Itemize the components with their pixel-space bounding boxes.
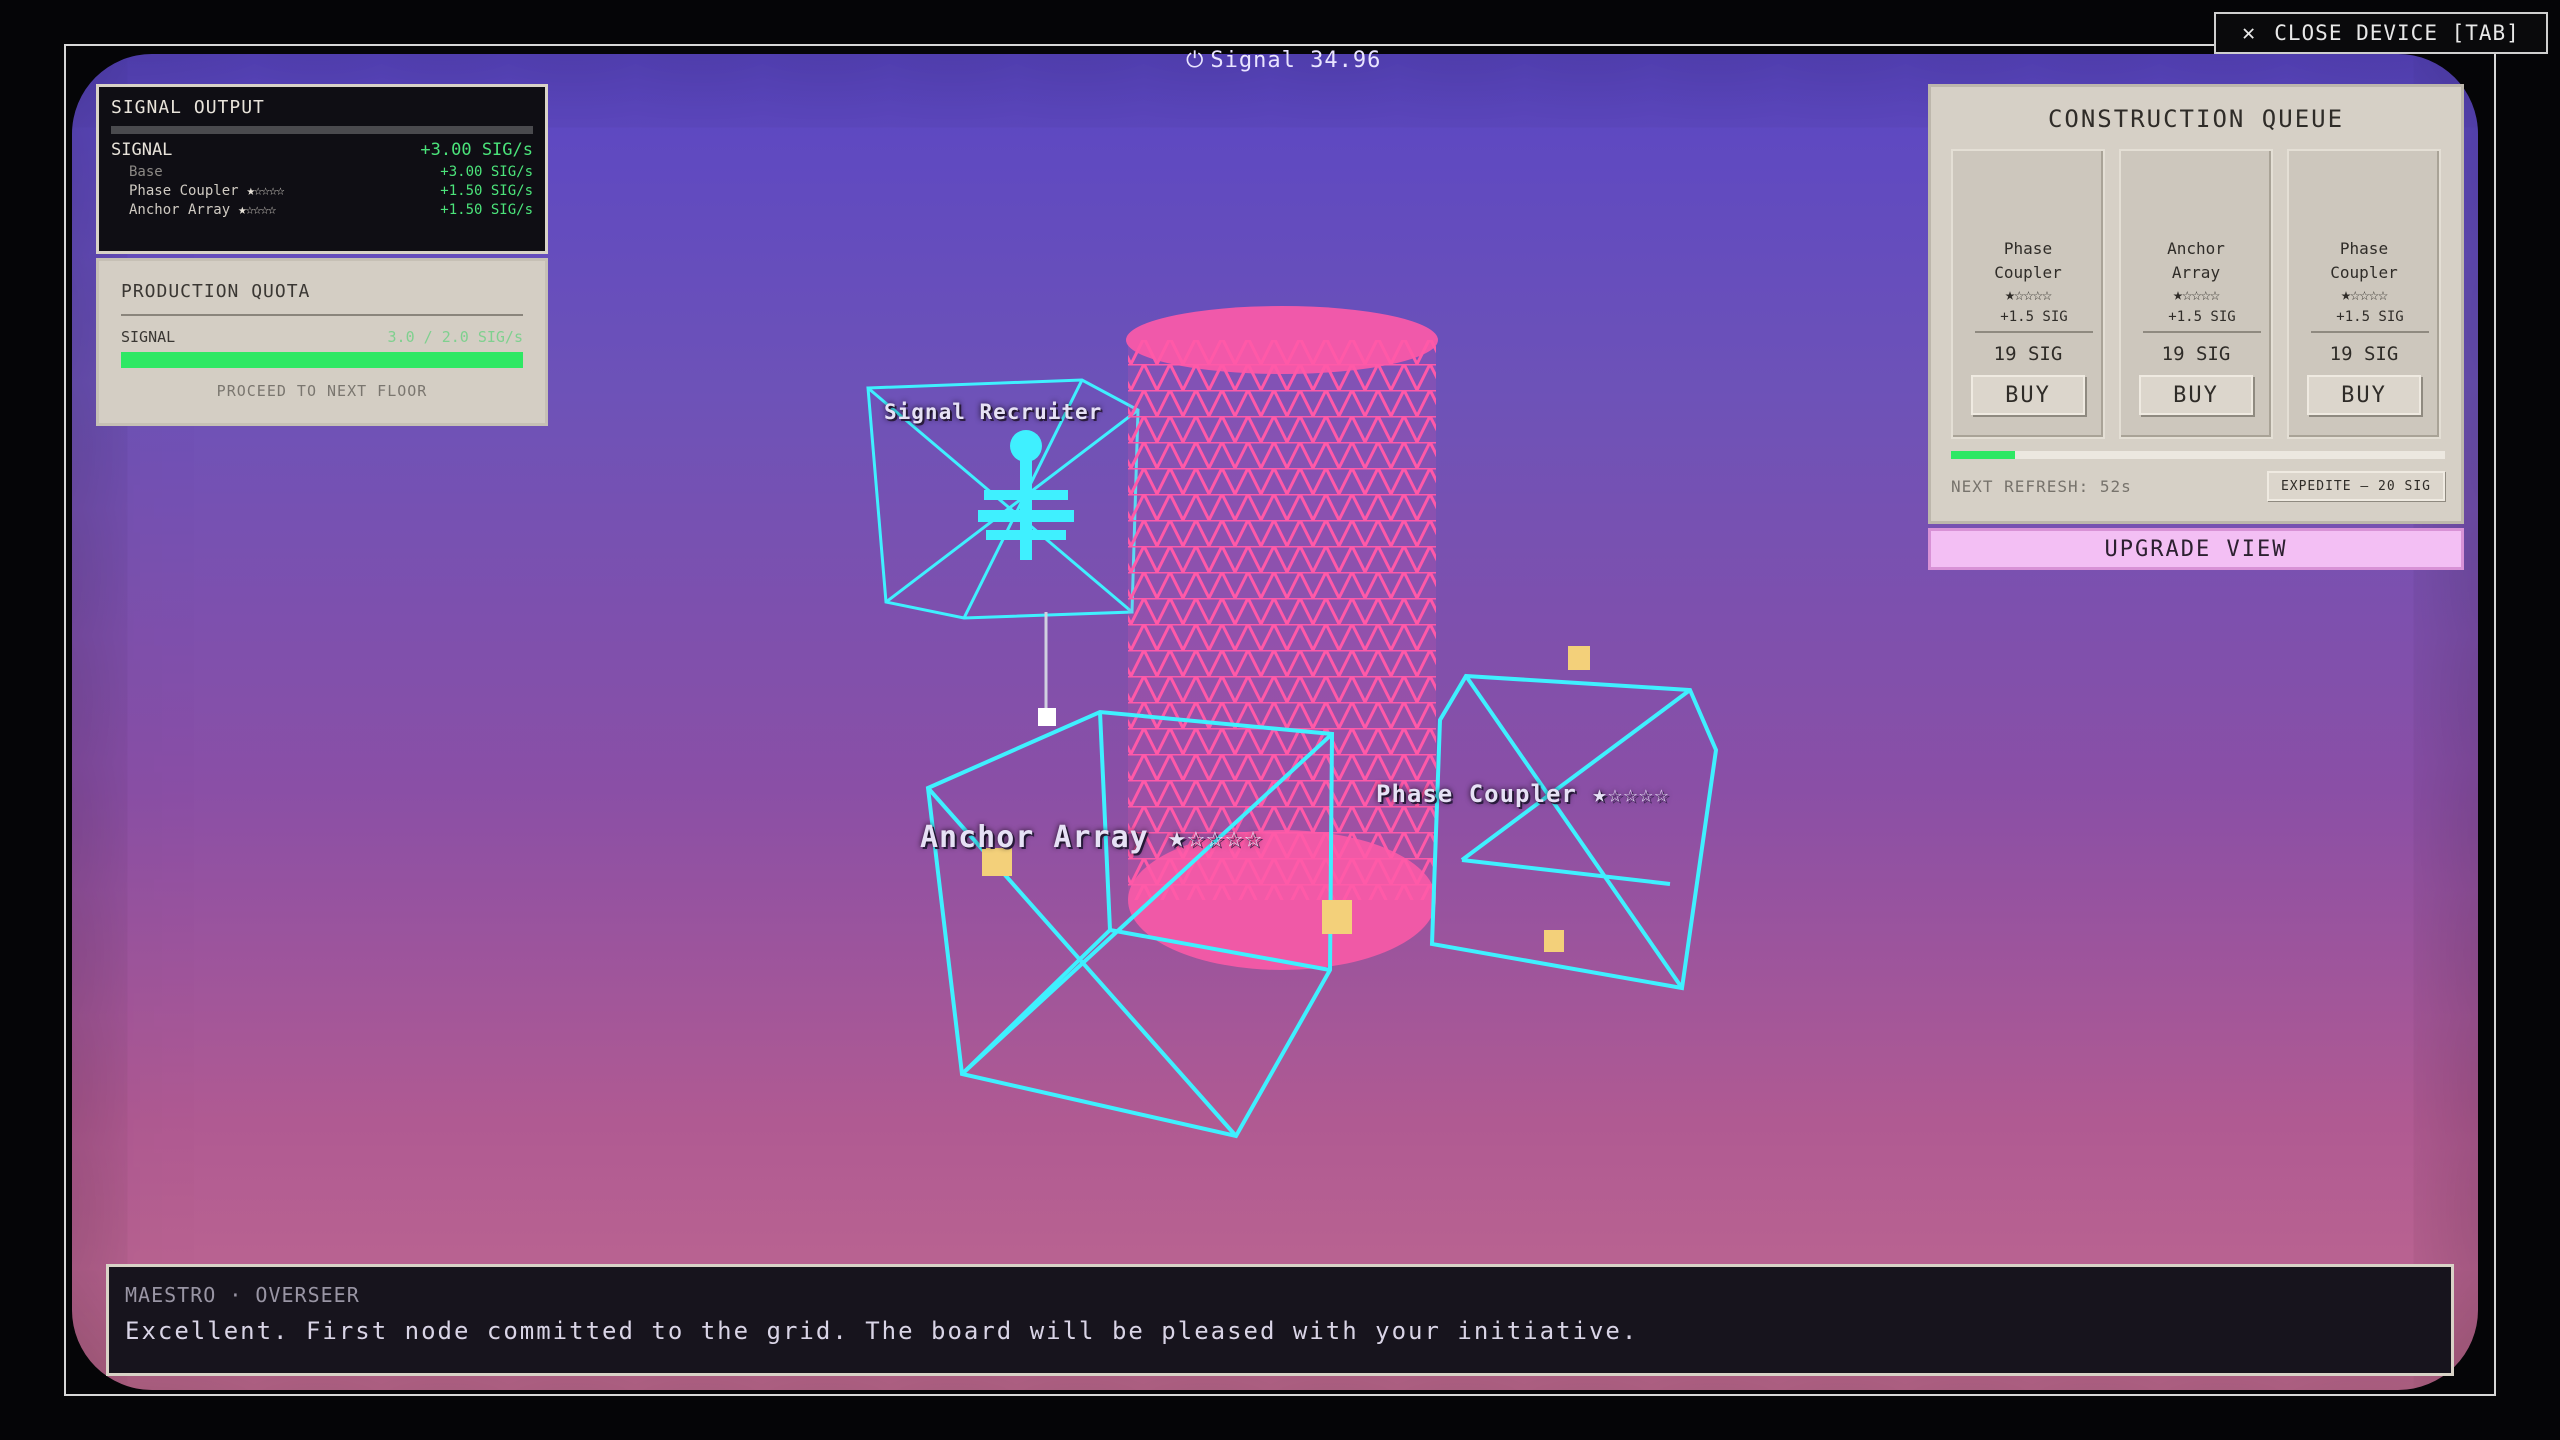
dialogue-box[interactable]: MAESTRO · OVERSEER Excellent. First node… — [106, 1264, 2454, 1376]
production-quota-panel: PRODUCTION QUOTA SIGNAL 3.0 / 2.0 SIG/s … — [96, 258, 548, 426]
next-refresh-timer: NEXT REFRESH: 52s — [1951, 476, 2132, 496]
quota-value: 3.0 / 2.0 SIG/s — [387, 328, 523, 346]
signal-output-row-value: +3.00 SIG/s — [440, 164, 533, 180]
card-name-line1: Phase — [2339, 239, 2389, 258]
row-name-text: Phase Coupler — [129, 183, 239, 199]
card-name-line2: Coupler — [1994, 263, 2062, 282]
row-name-text: Anchor Array — [129, 202, 231, 218]
quota-label: SIGNAL — [121, 328, 176, 346]
signal-output-row-name: Anchor Array ★☆☆☆☆ — [129, 202, 276, 218]
refresh-progress-bar — [1951, 451, 2445, 459]
signal-output-row-name: Base — [129, 164, 163, 180]
card-stars: ★☆☆☆☆ — [2172, 285, 2220, 305]
card-bonus: +1.5 SIG — [2311, 309, 2429, 333]
card-bonus: +1.5 SIG — [2143, 309, 2261, 333]
signal-output-panel: SIGNAL OUTPUT SIGNAL +3.00 SIG/s Base +3… — [96, 84, 548, 254]
scene-label-anchor-text: Anchor Array — [920, 820, 1149, 855]
card-name-line1: Anchor — [2167, 239, 2225, 258]
signal-output-row-base: Base +3.00 SIG/s — [111, 164, 533, 180]
scene-label-anchor-stars: ★☆☆☆☆ — [1167, 820, 1264, 855]
buy-button[interactable]: BUY — [2307, 375, 2421, 415]
row-stars: ★☆☆☆☆ — [238, 202, 276, 218]
card-price: 19 SIG — [2161, 343, 2231, 365]
queue-card: Phase Coupler ★☆☆☆☆ +1.5 SIG 19 SIG BUY — [1951, 149, 2105, 439]
queue-cards: Phase Coupler ★☆☆☆☆ +1.5 SIG 19 SIG BUY … — [1951, 149, 2441, 439]
upgrade-view-button[interactable]: UPGRADE VIEW — [1928, 528, 2464, 570]
queue-card: Phase Coupler ★☆☆☆☆ +1.5 SIG 19 SIG BUY — [2287, 149, 2441, 439]
signal-output-row-anchor-array: Anchor Array ★☆☆☆☆ +1.50 SIG/s — [111, 202, 533, 218]
close-device-label: CLOSE DEVICE [TAB] — [2274, 21, 2520, 45]
card-price: 19 SIG — [1993, 343, 2063, 365]
signal-output-main-label: SIGNAL — [111, 140, 173, 160]
signal-output-divider — [111, 126, 533, 134]
card-name-line2: Coupler — [2330, 263, 2398, 282]
scene-label-phase-text: Phase Coupler — [1376, 780, 1577, 808]
close-device-button[interactable]: ✕ CLOSE DEVICE [TAB] — [2214, 12, 2548, 54]
refresh-row: NEXT REFRESH: 52s EXPEDITE — 20 SIG — [1951, 471, 2445, 501]
scene-label-phase: Phase Coupler ★☆☆☆☆ — [1376, 780, 1670, 808]
quota-title: PRODUCTION QUOTA — [121, 281, 523, 316]
power-icon: ⏻ — [1186, 48, 1205, 73]
construction-queue-panel: CONSTRUCTION QUEUE Phase Coupler ★☆☆☆☆ +… — [1928, 84, 2464, 524]
signal-output-main-value: +3.00 SIG/s — [420, 140, 533, 160]
proceed-next-floor-button[interactable]: PROCEED TO NEXT FLOOR — [121, 382, 523, 400]
dialogue-line: Excellent. First node committed to the g… — [125, 1317, 1639, 1345]
card-stars: ★☆☆☆☆ — [2004, 285, 2052, 305]
card-name-line1: Phase — [2003, 239, 2053, 258]
queue-card: Anchor Array ★☆☆☆☆ +1.5 SIG 19 SIG BUY — [2119, 149, 2273, 439]
signal-output-row-phase-coupler: Phase Coupler ★☆☆☆☆ +1.50 SIG/s — [111, 183, 533, 199]
buy-button[interactable]: BUY — [2139, 375, 2253, 415]
card-name-line2: Array — [2171, 263, 2221, 282]
card-price: 19 SIG — [2329, 343, 2399, 365]
expedite-button[interactable]: EXPEDITE — 20 SIG — [2266, 471, 2445, 501]
signal-output-main-row: SIGNAL +3.00 SIG/s — [111, 140, 533, 160]
close-icon: ✕ — [2242, 20, 2257, 46]
signal-readout-text: Signal 34.96 — [1210, 48, 1382, 73]
dialogue-speaker: MAESTRO · OVERSEER — [125, 1283, 360, 1307]
buy-button[interactable]: BUY — [1971, 375, 2085, 415]
scene-label-phase-stars: ★☆☆☆☆ — [1592, 780, 1670, 808]
quota-progress-bar — [121, 352, 523, 368]
signal-output-title: SIGNAL OUTPUT — [111, 97, 265, 118]
signal-output-row-value: +1.50 SIG/s — [440, 183, 533, 199]
signal-output-row-value: +1.50 SIG/s — [440, 202, 533, 218]
signal-output-row-name: Phase Coupler ★☆☆☆☆ — [129, 183, 285, 199]
scene-label-anchor: Anchor Array ★☆☆☆☆ — [920, 820, 1263, 855]
row-stars: ★☆☆☆☆ — [246, 183, 285, 199]
signal-readout: ⏻ Signal 34.96 — [1186, 48, 1381, 73]
card-stars: ★☆☆☆☆ — [2340, 285, 2388, 305]
refresh-progress-fill — [1951, 451, 2016, 459]
quota-row: SIGNAL 3.0 / 2.0 SIG/s — [121, 328, 523, 346]
scene-label-recruiter: Signal Recruiter — [884, 400, 1103, 424]
card-bonus: +1.5 SIG — [1975, 309, 2093, 333]
queue-title: CONSTRUCTION QUEUE — [2047, 105, 2345, 133]
